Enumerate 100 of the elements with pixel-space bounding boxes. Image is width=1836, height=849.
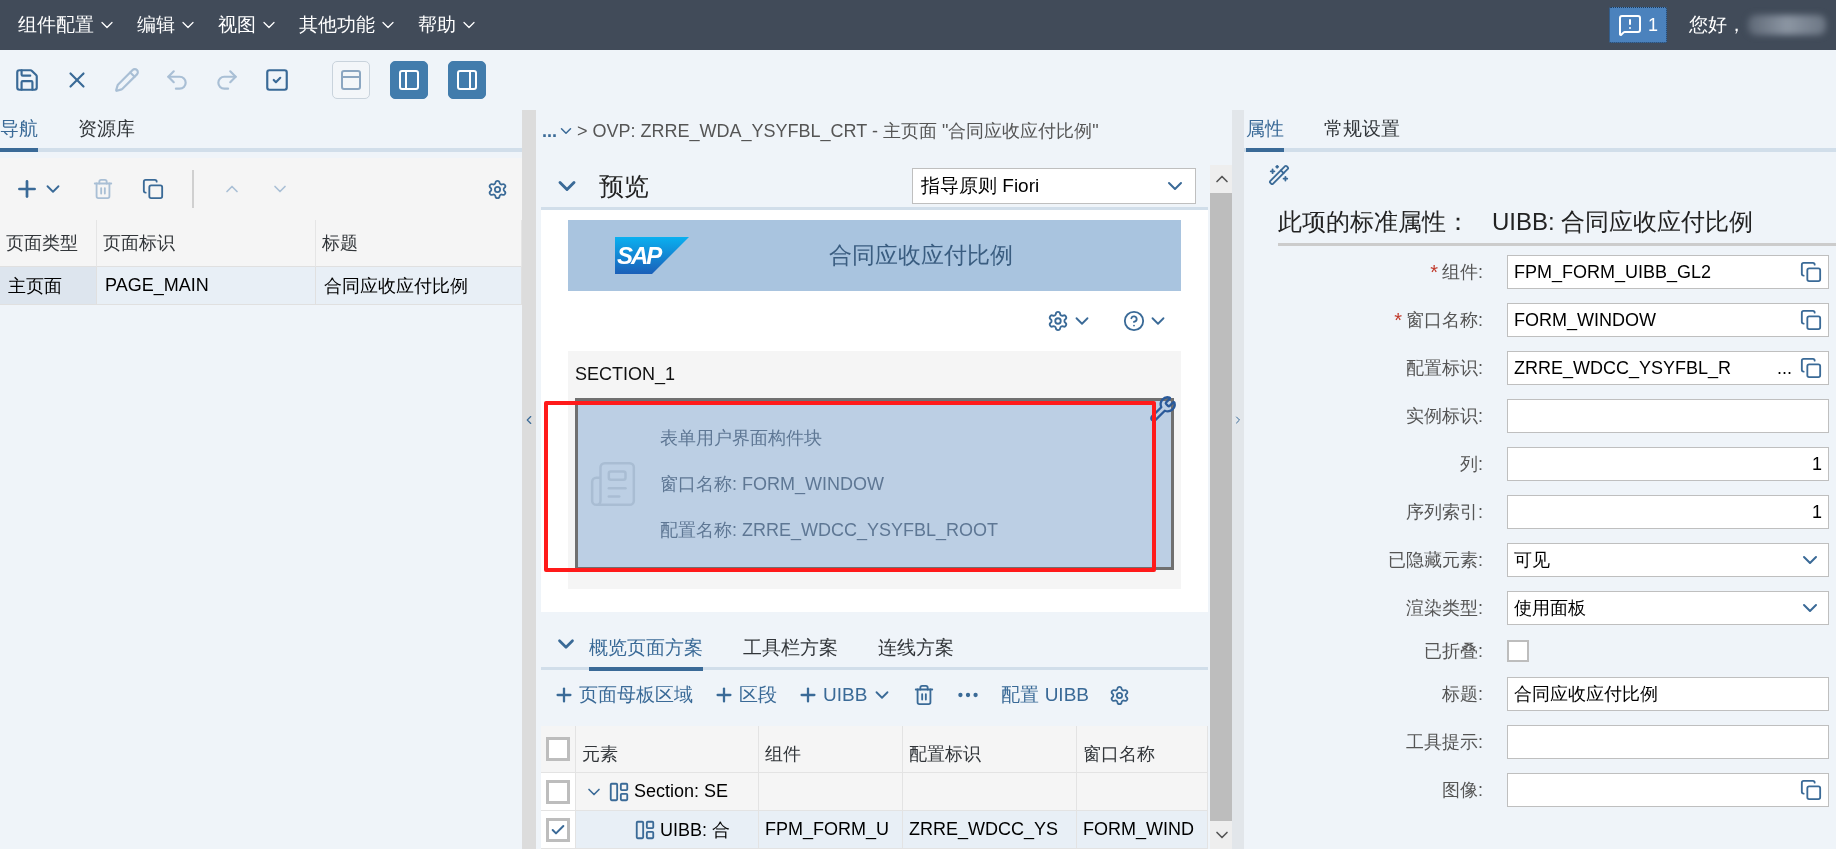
field-label: 列: xyxy=(1460,453,1483,476)
dropdown-field[interactable]: 使用面板 xyxy=(1507,591,1829,625)
section-label: SECTION_1 xyxy=(575,363,677,387)
scrollbar[interactable] xyxy=(1210,165,1234,849)
row-checkbox[interactable] xyxy=(546,817,570,842)
tab[interactable]: 连线方案 xyxy=(878,635,954,671)
menu-item[interactable]: 帮助 xyxy=(408,12,489,38)
text-field[interactable]: ZRRE_WDCC_YSYFBL_R ... xyxy=(1507,351,1829,385)
copy-icon[interactable] xyxy=(142,178,164,200)
table-cell: FORM_WIND xyxy=(1077,811,1208,849)
add-button[interactable]: 区段 xyxy=(713,682,777,708)
dropdown-field[interactable]: 可见 xyxy=(1507,543,1829,577)
tab[interactable]: 资源库 xyxy=(78,116,135,152)
field-value: 1 xyxy=(1812,501,1822,523)
select-all-checkbox[interactable] xyxy=(546,737,570,761)
tab[interactable]: 概览页面方案 xyxy=(589,635,703,671)
column-header: 标题 xyxy=(316,220,522,267)
delete-icon[interactable] xyxy=(913,684,936,706)
element-name: Section: SE xyxy=(634,781,729,802)
field-value: 合同应收应付比例 xyxy=(1514,683,1659,706)
add-button[interactable]: 页面母板区域 xyxy=(553,682,693,708)
tab[interactable]: 属性 xyxy=(1246,116,1284,152)
text-field[interactable] xyxy=(1507,773,1829,807)
table-cell[interactable]: 合同应收应付比例 xyxy=(316,267,522,305)
panel-left-icon xyxy=(397,68,421,92)
help-icon xyxy=(1123,310,1145,332)
settings-icon[interactable] xyxy=(487,178,508,200)
column-header: 元素 xyxy=(576,726,759,773)
tree-row[interactable]: UIBB: 合 xyxy=(576,811,759,849)
field-label: 窗口名称: xyxy=(1406,309,1483,332)
text-field[interactable]: 合同应收应付比例 xyxy=(1507,677,1829,711)
text-field[interactable]: FPM_FORM_UIBB_GL2 xyxy=(1507,255,1829,289)
uibb-info-text: 配置名称: ZRRE_WDCC_YSYFBL_ROOT xyxy=(660,519,999,542)
heading-label: 此项的标准属性： xyxy=(1278,207,1470,237)
number-field[interactable]: 1 xyxy=(1507,495,1829,529)
column-header: 配置标识 xyxy=(903,726,1077,773)
wrench-icon[interactable] xyxy=(1149,395,1177,423)
checkbox-icon[interactable] xyxy=(264,67,290,93)
table-cell: ZRRE_WDCC_YS xyxy=(903,811,1077,849)
menu-item[interactable]: 组件配置 xyxy=(8,12,127,38)
guideline-dropdown[interactable]: 指导原则 Fiori xyxy=(912,168,1196,204)
table-cell[interactable]: PAGE_MAIN xyxy=(97,267,316,305)
add-menu-button[interactable]: UIBB xyxy=(797,684,894,706)
alert-message-icon xyxy=(1618,13,1642,37)
text-field[interactable] xyxy=(1507,399,1829,433)
field-label: 已折叠: xyxy=(1424,640,1483,663)
row-checkbox[interactable] xyxy=(546,779,570,804)
value-help-icon[interactable] xyxy=(1800,309,1822,331)
column-header: 组件 xyxy=(759,726,903,773)
text-field[interactable]: FORM_WINDOW xyxy=(1507,303,1829,337)
messages-button[interactable]: 1 xyxy=(1609,7,1667,43)
tab[interactable]: 工具栏方案 xyxy=(743,635,838,671)
menu-item[interactable]: 编辑 xyxy=(127,12,208,38)
menu-item[interactable]: 视图 xyxy=(208,12,289,38)
text-field[interactable] xyxy=(1507,725,1829,759)
field-label: 实例标识: xyxy=(1406,405,1483,428)
tab[interactable]: 常规设置 xyxy=(1324,116,1400,152)
table-cell[interactable]: 主页面 xyxy=(0,267,97,305)
wand-icon[interactable] xyxy=(1268,164,1290,186)
menu-item[interactable]: 其他功能 xyxy=(289,12,408,38)
layout-icon xyxy=(634,818,656,841)
tab[interactable]: 导航 xyxy=(0,116,38,152)
field-value: ZRRE_WDCC_YSYFBL_R xyxy=(1514,357,1733,379)
more-text: ... xyxy=(1777,357,1792,379)
settings-icon[interactable] xyxy=(1109,684,1130,706)
required-mark: * xyxy=(1394,308,1402,332)
field-value: FPM_FORM_UIBB_GL2 xyxy=(1514,261,1713,283)
value-help-icon[interactable] xyxy=(1800,261,1822,283)
field-value: FORM_WINDOW xyxy=(1514,309,1657,331)
column-header: 窗口名称 xyxy=(1077,726,1208,773)
uibb-info-text: 窗口名称: FORM_WINDOW xyxy=(660,473,885,496)
number-field[interactable]: 1 xyxy=(1507,447,1829,481)
settings-icon xyxy=(1047,310,1069,332)
table-cell: FPM_FORM_U xyxy=(759,811,903,849)
configure-button[interactable]: 配置 UIBB xyxy=(1001,682,1089,708)
field-label: 已隐藏元素: xyxy=(1388,549,1483,572)
breadcrumb-link[interactable]: ... xyxy=(542,120,575,142)
field-label: 序列索引: xyxy=(1406,501,1483,524)
field-label: 组件: xyxy=(1442,261,1483,284)
layout-toggle[interactable] xyxy=(448,61,486,99)
save-icon[interactable] xyxy=(14,67,40,93)
greeting-text: 您好， xyxy=(1689,13,1746,37)
value-help-icon[interactable] xyxy=(1800,357,1822,379)
checkbox[interactable] xyxy=(1507,640,1529,662)
panel-top-icon xyxy=(339,68,363,92)
required-mark: * xyxy=(1430,260,1438,284)
field-label: 工具提示: xyxy=(1406,731,1483,754)
field-label: 标题: xyxy=(1442,683,1483,706)
field-value: 可见 xyxy=(1514,549,1551,572)
field-value: 1 xyxy=(1812,453,1822,475)
field-label: 配置标识: xyxy=(1406,357,1483,380)
app-title: 合同应收应付比例 xyxy=(829,241,1013,270)
layout-toggle[interactable] xyxy=(390,61,428,99)
value-help-icon[interactable] xyxy=(1800,779,1822,801)
uibb-info-text: 表单用户界面构件块 xyxy=(660,427,823,450)
column-header: 页面类型 xyxy=(0,220,97,267)
layout-icon xyxy=(608,780,630,803)
panel-right-icon xyxy=(455,68,479,92)
element-name: UIBB: 合 xyxy=(660,818,730,842)
tree-row[interactable]: Section: SE xyxy=(576,773,759,811)
